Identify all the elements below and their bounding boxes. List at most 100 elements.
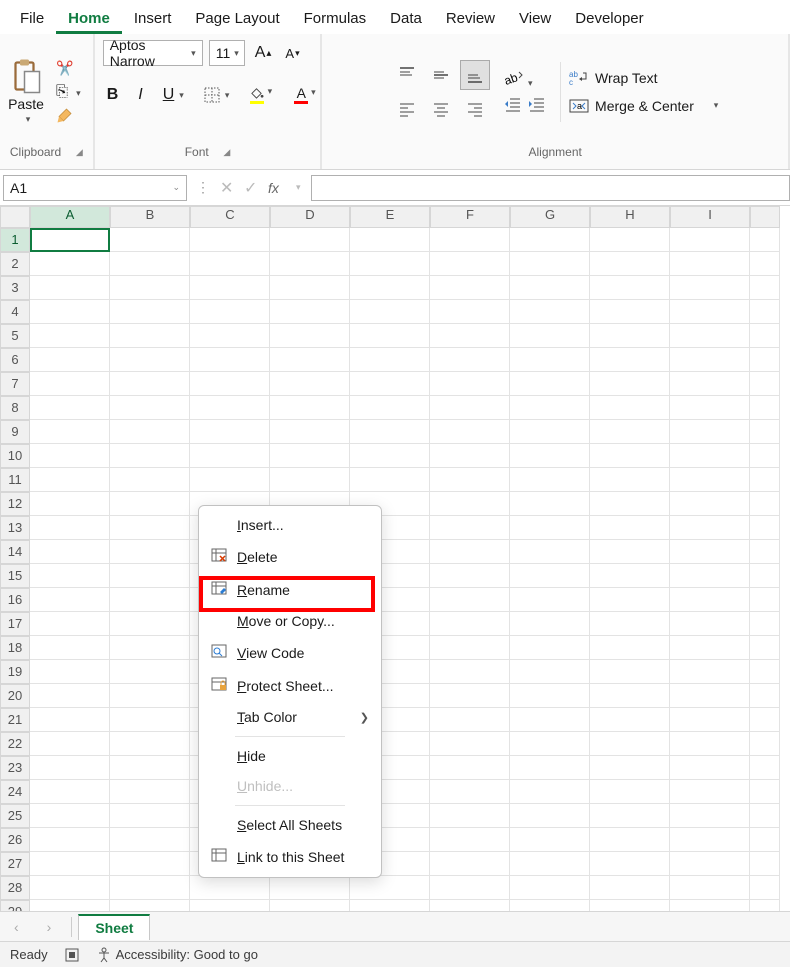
cell[interactable] xyxy=(510,564,590,588)
paste-label[interactable]: Paste xyxy=(8,96,44,112)
cell[interactable] xyxy=(670,684,750,708)
cell[interactable] xyxy=(110,780,190,804)
cell[interactable] xyxy=(590,348,670,372)
cell[interactable] xyxy=(430,228,510,252)
cell[interactable] xyxy=(190,228,270,252)
cell[interactable] xyxy=(430,780,510,804)
font-name-select[interactable]: Aptos Narrow▾ xyxy=(103,40,203,66)
cell[interactable] xyxy=(430,636,510,660)
ctx-link-to-this-sheet[interactable]: Link to this Sheet xyxy=(199,840,381,873)
cell[interactable] xyxy=(590,684,670,708)
row-header[interactable]: 9 xyxy=(0,420,30,444)
cell[interactable] xyxy=(110,396,190,420)
cell[interactable] xyxy=(510,324,590,348)
cell[interactable] xyxy=(110,732,190,756)
cell[interactable] xyxy=(30,444,110,468)
cell[interactable] xyxy=(270,420,350,444)
font-dialog-launcher-icon[interactable]: ◢ xyxy=(223,147,230,158)
decrease-indent-icon[interactable] xyxy=(504,97,522,116)
row-header[interactable]: 27 xyxy=(0,852,30,876)
cell[interactable] xyxy=(350,876,430,900)
cell[interactable] xyxy=(670,564,750,588)
cell[interactable] xyxy=(590,612,670,636)
fx-icon[interactable]: fx xyxy=(268,180,284,196)
cell[interactable] xyxy=(670,516,750,540)
cell[interactable] xyxy=(430,828,510,852)
col-header[interactable]: E xyxy=(350,206,430,228)
cell[interactable] xyxy=(270,348,350,372)
cell[interactable] xyxy=(430,708,510,732)
cell[interactable] xyxy=(30,828,110,852)
decrease-font-icon[interactable]: A▾ xyxy=(281,44,303,63)
row-header[interactable]: 7 xyxy=(0,372,30,396)
row-header[interactable]: 1 xyxy=(0,228,30,252)
cell[interactable] xyxy=(670,540,750,564)
align-top-icon[interactable] xyxy=(392,60,422,90)
cell[interactable] xyxy=(110,660,190,684)
cell[interactable] xyxy=(350,396,430,420)
cell[interactable] xyxy=(430,324,510,348)
cell[interactable] xyxy=(510,852,590,876)
cell[interactable] xyxy=(190,444,270,468)
row-header[interactable]: 21 xyxy=(0,708,30,732)
cell[interactable] xyxy=(510,228,590,252)
fill-color-button[interactable]: ▾ xyxy=(245,84,268,106)
tab-view[interactable]: View xyxy=(507,4,563,34)
cell[interactable] xyxy=(30,324,110,348)
cell[interactable] xyxy=(110,708,190,732)
row-header[interactable]: 18 xyxy=(0,636,30,660)
cell[interactable] xyxy=(270,372,350,396)
accessibility-status[interactable]: Accessibility: Good to go xyxy=(96,947,258,963)
cell[interactable] xyxy=(670,756,750,780)
row-header[interactable]: 6 xyxy=(0,348,30,372)
cell[interactable] xyxy=(350,372,430,396)
row-header[interactable]: 23 xyxy=(0,756,30,780)
cell[interactable] xyxy=(430,756,510,780)
cell[interactable] xyxy=(350,324,430,348)
cell[interactable] xyxy=(30,684,110,708)
cell[interactable] xyxy=(350,300,430,324)
row-header[interactable]: 26 xyxy=(0,828,30,852)
row-header[interactable]: 19 xyxy=(0,660,30,684)
cell[interactable] xyxy=(510,252,590,276)
cell[interactable] xyxy=(430,684,510,708)
cell[interactable] xyxy=(190,348,270,372)
cell[interactable] xyxy=(110,252,190,276)
cell[interactable] xyxy=(190,300,270,324)
cell[interactable] xyxy=(430,732,510,756)
col-header[interactable]: D xyxy=(270,206,350,228)
cell[interactable] xyxy=(110,228,190,252)
cell[interactable] xyxy=(670,396,750,420)
cell[interactable] xyxy=(110,852,190,876)
cell[interactable] xyxy=(590,276,670,300)
cell[interactable] xyxy=(510,444,590,468)
cell[interactable] xyxy=(30,588,110,612)
cell[interactable] xyxy=(670,780,750,804)
col-header[interactable]: H xyxy=(590,206,670,228)
cancel-icon[interactable]: ✕ xyxy=(220,180,236,196)
cell[interactable] xyxy=(430,540,510,564)
cell[interactable] xyxy=(670,228,750,252)
cell[interactable] xyxy=(510,828,590,852)
cell[interactable] xyxy=(350,468,430,492)
cell[interactable] xyxy=(510,660,590,684)
merge-center-button[interactable]: aMerge & Center ▾ xyxy=(569,97,718,115)
cell[interactable] xyxy=(510,708,590,732)
cell[interactable] xyxy=(110,348,190,372)
cell[interactable] xyxy=(110,588,190,612)
ctx-tab-color[interactable]: Tab Color❯ xyxy=(199,702,381,732)
cell[interactable] xyxy=(270,444,350,468)
cell[interactable] xyxy=(430,804,510,828)
tab-review[interactable]: Review xyxy=(434,4,507,34)
align-right-icon[interactable] xyxy=(460,94,490,124)
cell[interactable] xyxy=(430,396,510,420)
cell[interactable] xyxy=(590,396,670,420)
cell[interactable] xyxy=(30,396,110,420)
cell[interactable] xyxy=(430,516,510,540)
cell[interactable] xyxy=(190,372,270,396)
cell[interactable] xyxy=(190,420,270,444)
cell[interactable] xyxy=(590,444,670,468)
cell[interactable] xyxy=(30,228,110,252)
cell[interactable] xyxy=(510,300,590,324)
cell[interactable] xyxy=(670,852,750,876)
